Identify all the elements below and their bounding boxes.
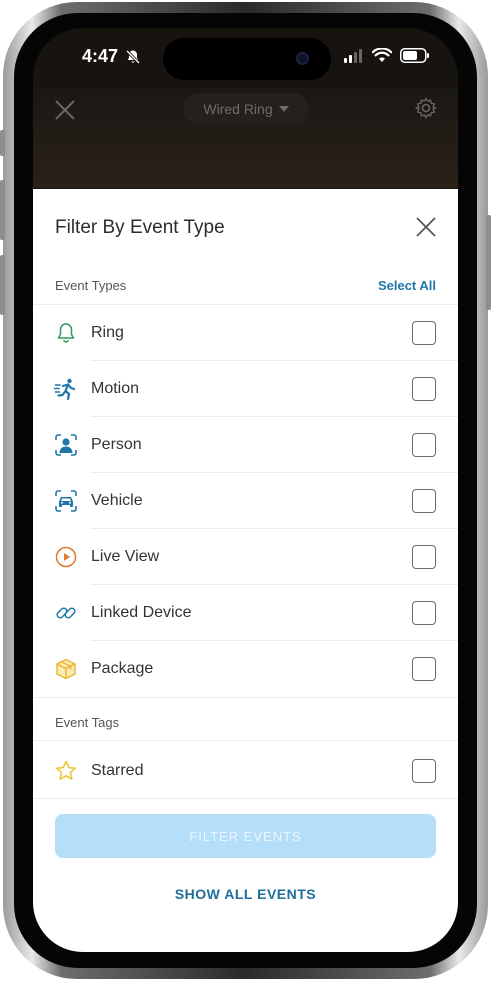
select-all-button[interactable]: Select All xyxy=(378,278,436,293)
ring-checkbox[interactable] xyxy=(412,321,436,345)
event-types-header: Event Types Select All xyxy=(33,261,458,305)
device-selector-label: Wired Ring xyxy=(203,101,273,117)
event-types-label: Event Types xyxy=(55,278,127,293)
linked-device-checkbox[interactable] xyxy=(412,601,436,625)
person-icon xyxy=(55,434,77,456)
event-tag-row-starred[interactable]: Starred xyxy=(33,743,458,799)
camera-lens xyxy=(296,52,309,65)
volume-up-button xyxy=(0,180,5,240)
bell-off-icon xyxy=(125,49,141,65)
battery-icon xyxy=(400,48,429,63)
event-type-row-live-view[interactable]: Live View xyxy=(33,529,458,585)
event-type-row-vehicle[interactable]: Vehicle xyxy=(33,473,458,529)
event-tag-label: Starred xyxy=(91,762,144,779)
event-tags-label: Event Tags xyxy=(55,715,120,730)
link-icon xyxy=(56,607,76,619)
car-icon xyxy=(55,490,77,512)
filter-events-button[interactable]: FILTER EVENTS xyxy=(55,814,436,858)
live-view-checkbox[interactable] xyxy=(412,545,436,569)
event-type-label: Ring xyxy=(91,324,124,341)
device-selector[interactable]: Wired Ring xyxy=(183,93,309,125)
event-type-label: Linked Device xyxy=(91,604,192,621)
event-type-label: Person xyxy=(91,436,142,453)
event-type-row-package[interactable]: Package xyxy=(33,641,458,697)
close-icon[interactable] xyxy=(416,217,436,237)
filter-sheet: Filter By Event Type Event Types Select … xyxy=(33,189,458,952)
vehicle-checkbox[interactable] xyxy=(412,489,436,513)
power-button xyxy=(486,215,491,310)
caret-down-icon xyxy=(278,106,289,112)
event-type-row-linked-device[interactable]: Linked Device xyxy=(33,585,458,641)
sheet-title: Filter By Event Type xyxy=(55,217,225,238)
status-bar: 4:47 xyxy=(33,28,458,88)
screen: 4:47 Wired Ring Filter By Event Type Eve… xyxy=(33,28,458,952)
gear-icon[interactable] xyxy=(414,96,438,120)
status-icons xyxy=(344,48,430,63)
close-icon[interactable] xyxy=(53,98,77,122)
star-icon xyxy=(55,760,77,780)
event-type-row-ring[interactable]: Ring xyxy=(33,305,458,361)
divider xyxy=(33,798,458,799)
volume-down-button xyxy=(0,255,5,315)
bell-icon xyxy=(57,323,75,343)
starred-checkbox[interactable] xyxy=(412,759,436,783)
mute-switch xyxy=(0,130,5,156)
event-type-label: Package xyxy=(91,660,154,677)
event-type-label: Motion xyxy=(91,380,140,397)
show-all-events-button[interactable]: SHOW ALL EVENTS xyxy=(33,886,458,902)
event-type-row-person[interactable]: Person xyxy=(33,417,458,473)
event-type-row-motion[interactable]: Motion xyxy=(33,361,458,417)
dynamic-island xyxy=(163,38,331,80)
motion-checkbox[interactable] xyxy=(412,377,436,401)
play-circle-icon xyxy=(55,546,77,568)
cellular-signal-icon xyxy=(344,48,362,63)
event-tags-header: Event Tags xyxy=(33,697,458,741)
wifi-icon xyxy=(372,48,392,62)
person-checkbox[interactable] xyxy=(412,433,436,457)
status-time: 4:47 xyxy=(82,46,119,66)
running-person-icon xyxy=(54,378,76,401)
event-type-label: Vehicle xyxy=(91,492,143,509)
package-icon xyxy=(56,658,76,680)
event-type-label: Live View xyxy=(91,548,160,565)
package-checkbox[interactable] xyxy=(412,657,436,681)
background-app-header: Wired Ring xyxy=(33,88,458,188)
